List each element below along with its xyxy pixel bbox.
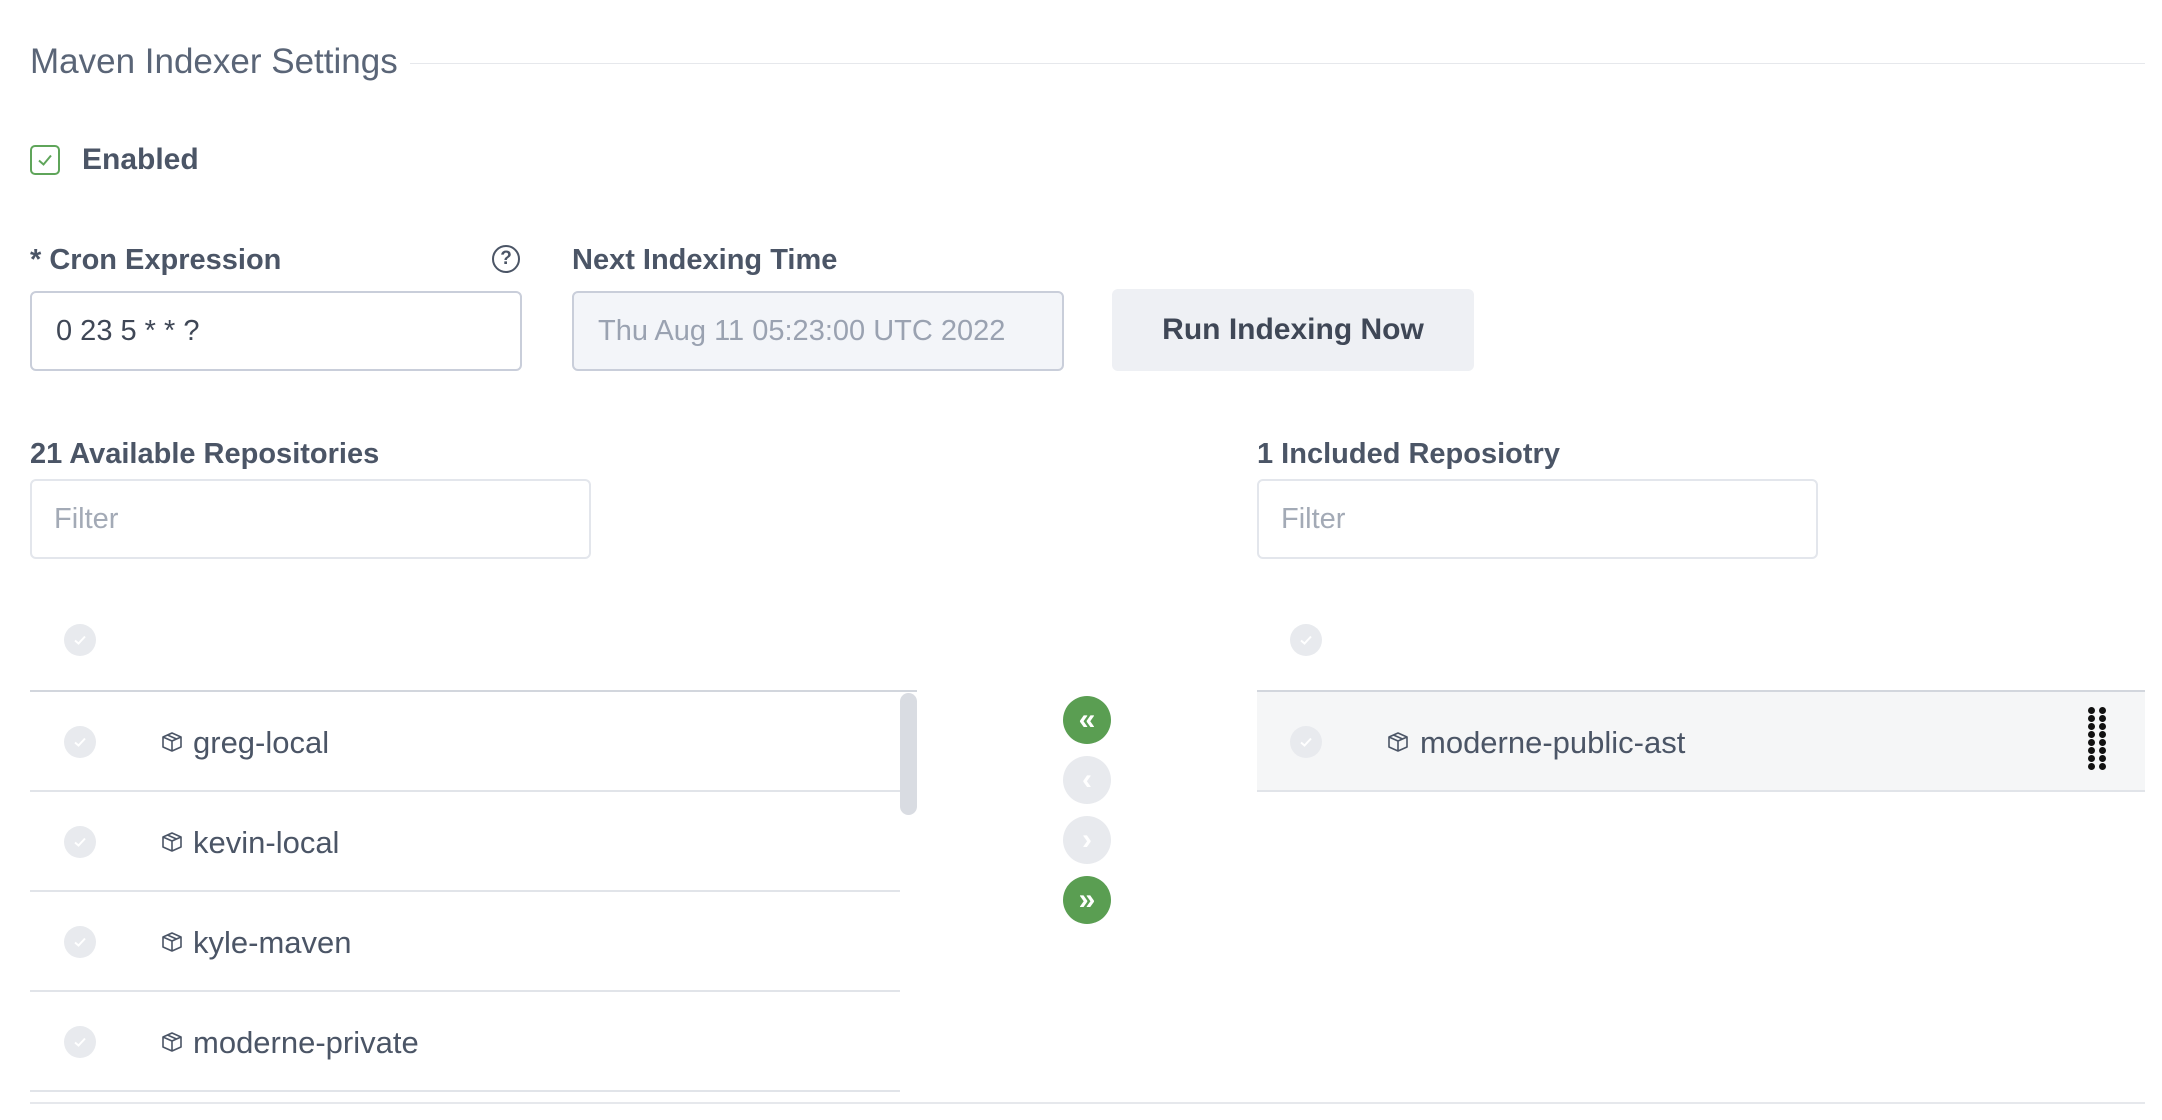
check-icon: [74, 837, 86, 847]
available-filter-input[interactable]: Filter: [30, 479, 591, 559]
check-icon: [1300, 635, 1312, 645]
repository-name: kevin-local: [193, 825, 340, 860]
package-icon: [162, 932, 182, 952]
enabled-checkbox[interactable]: [30, 145, 60, 175]
section-title: Maven Indexer Settings: [30, 42, 398, 81]
move-all-right-button[interactable]: »: [1063, 876, 1111, 924]
check-icon: [38, 154, 52, 166]
next-indexing-time-field: Thu Aug 11 05:23:00 UTC 2022: [572, 291, 1064, 371]
row-select-checkbox[interactable]: [1290, 726, 1322, 758]
check-icon: [74, 1037, 86, 1047]
row-select-checkbox[interactable]: [64, 926, 96, 958]
row-select-checkbox[interactable]: [64, 826, 96, 858]
section-divider: [410, 63, 2145, 64]
row-select-checkbox[interactable]: [64, 1026, 96, 1058]
repository-name: kyle-maven: [193, 925, 352, 960]
repository-name: moderne-public-ast: [1420, 725, 1686, 760]
package-icon: [162, 732, 182, 752]
cron-expression-input[interactable]: 0 23 5 * * ?: [30, 291, 522, 371]
move-right-button[interactable]: ›: [1063, 816, 1111, 864]
run-indexing-now-button[interactable]: Run Indexing Now: [1112, 289, 1474, 371]
included-repositories-heading: 1 Included Reposiotry: [1257, 438, 1560, 470]
package-icon: [1388, 732, 1408, 752]
select-all-included-checkbox[interactable]: [1290, 624, 1322, 656]
check-icon: [74, 737, 86, 747]
next-indexing-time-label: Next Indexing Time: [572, 244, 838, 276]
move-all-left-button[interactable]: «: [1063, 696, 1111, 744]
package-icon: [162, 1032, 182, 1052]
drag-handle-icon[interactable]: [2088, 707, 2108, 771]
available-repositories-heading: 21 Available Repositories: [30, 438, 380, 470]
included-filter-input[interactable]: Filter: [1257, 479, 1818, 559]
check-icon: [74, 635, 86, 645]
select-all-available-checkbox[interactable]: [64, 624, 96, 656]
check-icon: [1300, 737, 1312, 747]
available-list-scrollbar[interactable]: [900, 693, 917, 815]
check-icon: [74, 937, 86, 947]
cron-expression-label: * Cron Expression: [30, 244, 282, 276]
move-left-button[interactable]: ‹: [1063, 756, 1111, 804]
row-select-checkbox[interactable]: [64, 726, 96, 758]
page-bottom-divider: [30, 1102, 2145, 1104]
help-icon[interactable]: ?: [492, 245, 520, 273]
package-icon: [162, 832, 182, 852]
repository-name: greg-local: [193, 725, 330, 760]
enabled-label[interactable]: Enabled: [82, 143, 199, 177]
repository-name: moderne-private: [193, 1025, 419, 1060]
